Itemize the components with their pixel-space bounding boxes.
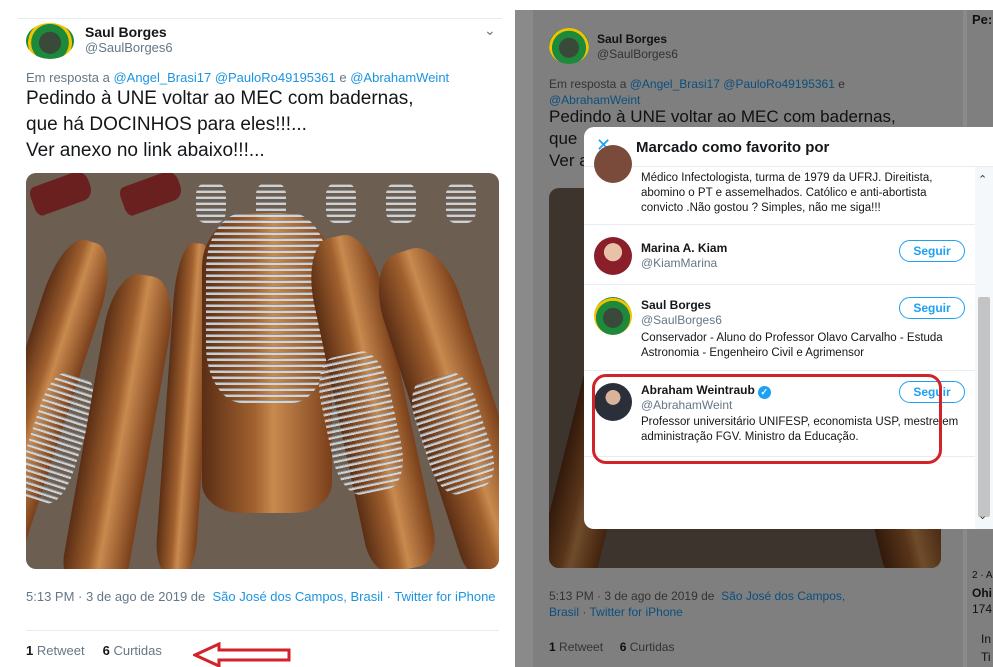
retweet-count[interactable]: 1 <box>26 643 33 658</box>
reply-and: e <box>838 77 845 91</box>
follow-button[interactable]: Seguir <box>899 240 965 262</box>
follow-button[interactable]: Seguir <box>899 297 965 319</box>
user-name[interactable]: Abraham Weintraub ✓ <box>641 383 771 399</box>
likes-label[interactable]: Curtidas <box>630 640 675 654</box>
reply-mentions-link[interactable]: @Angel_Brasi17 @PauloRo49195361 <box>630 77 835 91</box>
left-tweet-panel: Saul Borges @SaulBorges6 ⌄ Em resposta a… <box>0 0 512 667</box>
tweet-source-link[interactable]: Twitter for iPhone <box>589 605 682 619</box>
retweet-label[interactable]: Retweet <box>559 640 603 654</box>
user-avatar[interactable] <box>594 297 632 335</box>
user-name-text[interactable]: Abraham Weintraub <box>641 383 755 397</box>
side-text: Ohi <box>972 586 992 600</box>
modal-header: ✕ Marcado como favorito por <box>584 127 993 167</box>
stats-divider <box>26 630 499 631</box>
author-handle[interactable]: @SaulBorges6 <box>597 47 678 61</box>
tweet-line: que há DOCINHOS para eles!!!... <box>26 114 307 135</box>
user-name[interactable]: Saul Borges <box>641 298 711 312</box>
retweet-label[interactable]: Retweet <box>37 643 85 658</box>
reply-and: e <box>339 70 347 85</box>
tweet-place-link[interactable]: São José dos Campos, <box>721 589 845 603</box>
reply-context: Em resposta a @Angel_Brasi17 @PauloRo491… <box>26 70 449 85</box>
user-handle[interactable]: @SaulBorges6 <box>641 313 722 327</box>
tweet-place-link[interactable]: São José dos Campos, Brasil <box>212 589 383 604</box>
user-avatar[interactable] <box>594 237 632 275</box>
user-avatar[interactable] <box>594 145 632 183</box>
tweet-source-link[interactable]: Twitter for iPhone <box>394 589 495 604</box>
scroll-up-icon[interactable]: ⌃ <box>978 173 987 186</box>
follow-button[interactable]: Seguir <box>899 381 965 403</box>
side-text: Ti <box>981 650 991 664</box>
tweet-stats: 1 Retweet 6 Curtidas <box>549 640 674 654</box>
author-avatar[interactable] <box>26 23 74 59</box>
chevron-down-icon[interactable]: ⌄ <box>484 22 496 39</box>
scroll-down-icon[interactable]: ⌄ <box>978 509 987 522</box>
user-row[interactable]: Marina A. Kiam @KiamMarina Seguir <box>584 225 975 285</box>
tweet-stats: 1 Retweet 6 Curtidas <box>26 643 162 658</box>
user-avatar[interactable] <box>594 383 632 421</box>
tweet-meta: 5:13 PM · 3 de ago de 2019 de São José d… <box>549 588 869 620</box>
user-handle[interactable]: @KiamMarina <box>641 256 717 270</box>
author-name[interactable]: Saul Borges <box>597 32 667 46</box>
tweet-line: Pedindo à UNE voltar ao MEC com badernas… <box>26 88 414 109</box>
reply-mention-last[interactable]: @AbrahamWeint <box>350 70 449 85</box>
reply-mention-last[interactable]: @AbrahamWeint <box>549 93 640 107</box>
tweet-time[interactable]: 5:13 PM · 3 de ago de 2019 de <box>26 589 205 604</box>
top-divider <box>18 18 502 19</box>
user-row[interactable]: Saul Borges @SaulBorges6 Seguir Conserva… <box>584 285 975 371</box>
side-heading: Pe: <box>972 12 993 27</box>
tweet-line: Pedindo à UNE voltar ao MEC com badernas… <box>549 107 896 126</box>
reply-prefix: Em resposta a <box>26 70 110 85</box>
user-row[interactable]: Médico Infectologista, turma de 1979 da … <box>584 145 975 225</box>
tweet-place-link-2[interactable]: Brasil <box>549 605 579 619</box>
meta-separator: · <box>386 589 391 604</box>
tweet-line: Ver anexo no link abaixo!!!... <box>26 140 265 161</box>
side-text: 2 · A <box>972 570 993 581</box>
author-avatar[interactable] <box>549 28 589 64</box>
liked-by-modal: ✕ Marcado como favorito por Médico Infec… <box>584 127 993 529</box>
modal-scrollbar[interactable]: ⌃ ⌄ <box>975 167 993 529</box>
side-text: In <box>981 632 992 646</box>
tweet-time[interactable]: 5:13 PM · 3 de ago de 2019 de <box>549 589 714 603</box>
user-bio: Médico Infectologista, turma de 1979 da … <box>641 172 933 214</box>
user-row[interactable]: Abraham Weintraub ✓ @AbrahamWeint Seguir … <box>584 371 975 457</box>
modal-title: Marcado como favorito por <box>636 139 830 156</box>
verified-badge-icon: ✓ <box>757 386 771 399</box>
screenshot-root: Saul Borges @SaulBorges6 ⌄ Em resposta a… <box>0 0 993 667</box>
author-handle[interactable]: @SaulBorges6 <box>85 40 173 55</box>
red-arrow-annotation <box>193 642 291 667</box>
tweet-meta: 5:13 PM · 3 de ago de 2019 de São José d… <box>26 589 496 605</box>
reply-mentions-link[interactable]: @Angel_Brasi17 @PauloRo49195361 <box>113 70 335 85</box>
user-bio: Conservador - Aluno do Professor Olavo C… <box>641 332 943 359</box>
side-text: 174 <box>972 602 993 616</box>
user-name[interactable]: Marina A. Kiam <box>641 241 727 255</box>
author-name[interactable]: Saul Borges <box>85 24 167 40</box>
meta-separator: · <box>582 605 587 619</box>
likes-count[interactable]: 6 <box>103 643 110 658</box>
retweet-count[interactable]: 1 <box>549 640 556 654</box>
tweet-text: Pedindo à UNE voltar ao MEC com badernas… <box>26 86 496 164</box>
likes-count[interactable]: 6 <box>620 640 627 654</box>
likes-label[interactable]: Curtidas <box>113 643 161 658</box>
user-bio: Professor universitário UNIFESP, economi… <box>641 416 959 443</box>
reply-prefix: Em resposta a <box>549 77 627 91</box>
user-handle[interactable]: @AbrahamWeint <box>641 398 732 412</box>
reply-context: Em resposta a @Angel_Brasi17 @PauloRo491… <box>549 76 879 108</box>
scroll-thumb[interactable] <box>978 297 990 517</box>
tweet-photo[interactable] <box>26 173 499 569</box>
